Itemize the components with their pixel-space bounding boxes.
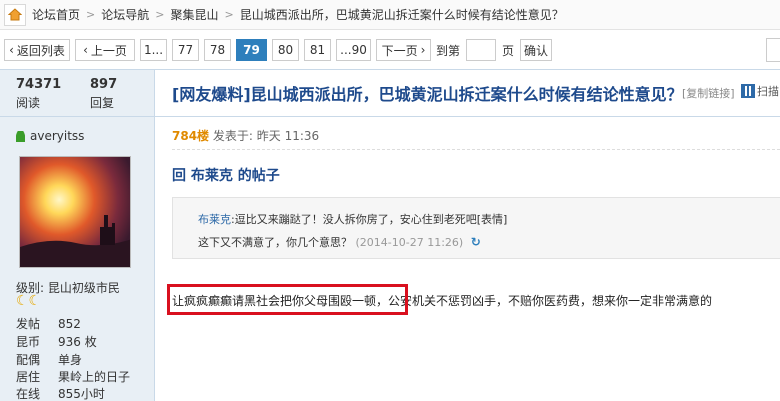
- goto-label: 到第: [436, 43, 461, 58]
- replies-stat: 897 回复: [90, 77, 117, 111]
- page-link[interactable]: ...90: [336, 39, 371, 61]
- field-value: 852: [58, 317, 81, 331]
- scan-button[interactable]: 扫描: [741, 83, 779, 99]
- breadcrumb-forum-home[interactable]: 论坛首页: [32, 6, 80, 23]
- page-link[interactable]: 80: [272, 39, 299, 61]
- avatar[interactable]: [19, 156, 131, 268]
- page-link[interactable]: 81: [304, 39, 331, 61]
- field-key: 在线: [16, 387, 41, 401]
- reply-title: 回 布莱克 的帖子: [172, 168, 280, 184]
- level-moon-icons: ☾☾: [16, 293, 42, 309]
- field-value: 855小时: [58, 387, 105, 401]
- divider: [172, 149, 780, 150]
- field-value: 单身: [58, 353, 83, 367]
- thread-header: 74371 阅读 897 回复 [网友爆料]昆山城西派出所，巴城黄泥山拆迁案什么…: [0, 69, 780, 117]
- breadcrumb-forum-nav[interactable]: 论坛导航: [101, 6, 149, 23]
- field-value: 果岭上的日子: [58, 370, 131, 384]
- field-key: 发帖: [16, 317, 41, 331]
- breadcrumb: 论坛首页 > 论坛导航 > 聚集昆山 > 昆山城西派出所，巴城黄泥山拆迁案什么时…: [0, 0, 780, 30]
- field-key: 居住: [16, 370, 41, 384]
- post-date: 发表于: 昨天 11:36: [212, 129, 320, 143]
- quote-line: 布莱克:逗比又来蹦跶了！没人拆你房了，安心住到老死吧[表情]: [198, 211, 507, 227]
- user-field-residence: 居住 果岭上的日子: [16, 368, 130, 385]
- breadcrumb-thread: 昆山城西派出所，巴城黄泥山拆迁案什么时候有结论性意见？: [239, 8, 564, 22]
- page-link[interactable]: 78: [204, 39, 231, 61]
- breadcrumb-separator: >: [86, 8, 96, 21]
- page-link[interactable]: 77: [172, 39, 199, 61]
- confirm-button[interactable]: 确认: [520, 39, 553, 61]
- copy-link-button[interactable]: [复制链接]: [682, 85, 735, 101]
- home-icon[interactable]: [4, 3, 26, 26]
- back-to-list-button[interactable]: ‹ 返回列表: [4, 39, 70, 61]
- page-unit-label: 页: [502, 43, 515, 58]
- user-field-posts: 发帖 852: [16, 315, 81, 332]
- next-page-label: 下一页: [381, 43, 418, 58]
- views-count: 74371: [16, 77, 62, 92]
- chevron-left-icon: ‹: [83, 43, 88, 57]
- views-label: 阅读: [16, 96, 41, 110]
- chevron-left-icon: ‹: [9, 43, 14, 57]
- prev-page-button[interactable]: ‹ 上一页: [75, 39, 135, 61]
- post-meta: 784楼 发表于: 昨天 11:36: [172, 127, 319, 144]
- thread-title: [网友爆料]昆山城西派出所，巴城黄泥山拆迁案什么时候有结论性意见？: [172, 85, 683, 104]
- breadcrumb-separator: >: [155, 8, 165, 21]
- breadcrumb-section[interactable]: 聚集昆山: [170, 6, 218, 23]
- quote-reply-line: 这下又不满意了，你几个意思？ (2014-10-27 11:26) ↻: [198, 234, 481, 250]
- field-key: 配偶: [16, 353, 41, 367]
- replies-count: 897: [90, 77, 118, 92]
- user-field-coins: 昆币 936 枚: [16, 333, 97, 350]
- user-online-icon: [16, 130, 25, 142]
- views-stat: 74371 阅读: [16, 77, 61, 111]
- quote-reply-text: 这下又不满意了，你几个意思？: [198, 236, 352, 249]
- user-field-spouse: 配偶 单身: [16, 351, 82, 368]
- pagination: ‹ 返回列表 ‹ 上一页 1... 77 78 79 80 81 ...90 下…: [0, 38, 557, 62]
- quote-author[interactable]: 布莱克: [198, 213, 231, 226]
- replies-label: 回复: [90, 96, 115, 110]
- qr-code-icon: [741, 84, 755, 98]
- scan-label: 扫描: [757, 85, 779, 98]
- back-to-list-label: 返回列表: [16, 43, 65, 58]
- current-page: 79: [236, 39, 267, 61]
- username[interactable]: averyitss: [16, 129, 84, 143]
- user-profile-panel: averyitss 级别: 昆山初级市民 ☾☾ 发帖852 昆币936 枚: [0, 117, 155, 401]
- next-page-button[interactable]: 下一页 ›: [376, 39, 431, 61]
- page-link[interactable]: 1...: [140, 39, 167, 61]
- field-value: 936 枚: [58, 335, 97, 349]
- quote-text: :逗比又来蹦跶了！没人拆你房了，安心住到老死吧[表情]: [231, 213, 508, 226]
- field-key: 昆币: [16, 335, 41, 349]
- thread-stats: 74371 阅读 897 回复: [0, 70, 155, 116]
- username-label: averyitss: [30, 129, 85, 143]
- prev-page-label: 上一页: [90, 43, 127, 58]
- user-field-online: 在线 855小时: [16, 385, 105, 401]
- chevron-right-icon: ›: [420, 43, 426, 57]
- jump-arrow-icon[interactable]: ↻: [471, 235, 481, 249]
- page-number-input[interactable]: [466, 39, 497, 61]
- post-floor[interactable]: 784楼: [172, 129, 209, 143]
- breadcrumb-separator: >: [224, 8, 234, 21]
- highlight-box: [167, 284, 408, 315]
- quote-time: (2014-10-27 11:26): [355, 236, 464, 249]
- quote-block: 布莱克:逗比又来蹦跶了！没人拆你房了，安心住到老死吧[表情] 这下又不满意了，你…: [172, 197, 780, 259]
- side-box: [766, 38, 780, 62]
